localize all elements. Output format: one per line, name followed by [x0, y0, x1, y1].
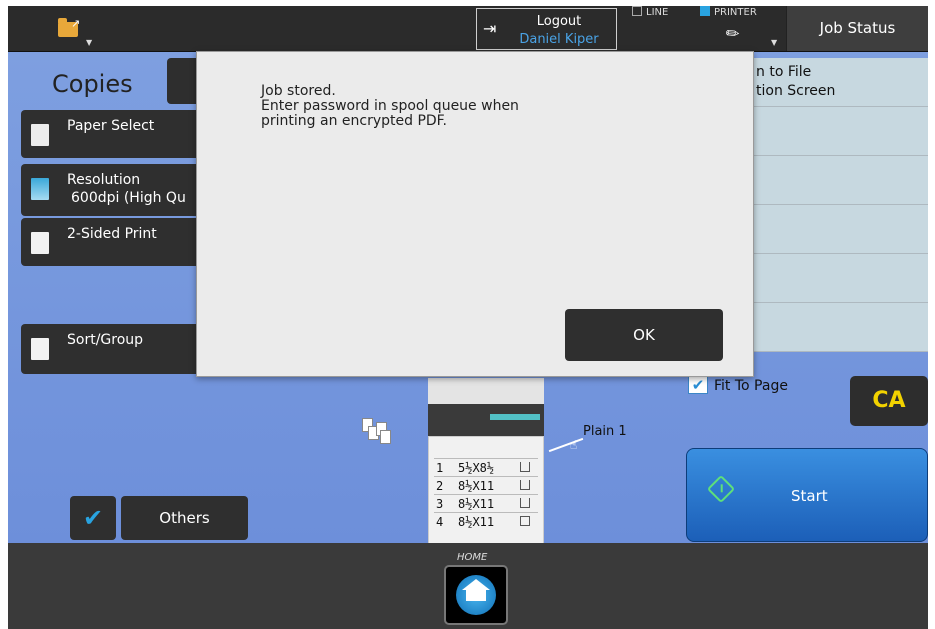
paper-icon	[31, 124, 49, 146]
chevron-down-icon: ▼	[86, 38, 93, 47]
fit-to-page-label: Fit To Page	[714, 378, 788, 394]
dialog-message-line: printing an encrypted PDF.	[261, 113, 447, 129]
sheets-icon	[360, 416, 394, 448]
right-options-list	[750, 58, 928, 352]
folder-menu-button[interactable]: ↗ ▼	[46, 14, 94, 48]
clear-all-button[interactable]: CA	[850, 376, 928, 426]
hand-icon: ☝	[570, 438, 578, 452]
list-item[interactable]	[750, 107, 928, 156]
sort-icon	[31, 338, 49, 360]
resolution-label: Resolution	[67, 172, 141, 188]
chevron-down-icon: ▼	[771, 38, 778, 47]
line-status-box	[632, 6, 642, 16]
dialog-message-line: Enter password in spool queue when	[261, 98, 519, 114]
top-bar: ↗ ▼ ⇥ Logout Daniel Kiper LINE PRINTER ✎…	[8, 6, 928, 52]
start-button[interactable]: Start	[686, 448, 928, 542]
fit-to-page-checkbox[interactable]: ✔	[688, 376, 708, 394]
logout-label: Logout	[536, 14, 582, 29]
list-item[interactable]	[750, 205, 928, 254]
home-button[interactable]	[444, 565, 508, 625]
dialog-message-line: Job stored.	[261, 83, 336, 99]
user-name: Daniel Kiper	[519, 32, 599, 47]
paper-source-label: Plain 1	[583, 424, 627, 439]
job-stored-dialog: Job stored. Enter password in spool queu…	[196, 51, 754, 377]
copies-title: Copies	[52, 70, 133, 98]
mode-line-label: LINE	[646, 7, 669, 18]
list-item[interactable]	[750, 303, 928, 352]
tray-row[interactable]: 1 5½X8½	[434, 458, 538, 476]
device-screen: ↗ ▼ ⇥ Logout Daniel Kiper LINE PRINTER ✎…	[8, 6, 928, 629]
resolution-value: 600dpi (High Qu	[71, 190, 186, 206]
checkmark-icon: ✔	[82, 504, 104, 532]
job-status-button[interactable]: Job Status	[786, 6, 928, 51]
printer-output-tray	[428, 404, 544, 436]
start-label: Start	[791, 487, 828, 505]
ok-button[interactable]: OK	[565, 309, 723, 361]
logout-button[interactable]: ⇥ Logout Daniel Kiper	[476, 8, 617, 50]
tray-row[interactable]: 2 8½X11	[434, 476, 538, 494]
sort-group-label: Sort/Group	[67, 332, 144, 348]
paper-select-label: Paper Select	[67, 118, 155, 134]
printer-status-box	[700, 6, 710, 16]
tray-row[interactable]: 3 8½X11	[434, 494, 538, 512]
resolution-icon	[31, 178, 49, 200]
right-panel-text: tion Screen	[756, 83, 836, 99]
printer-graphic: 1 5½X8½ 2 8½X11 3 8½X11 4 8½X11	[428, 374, 544, 544]
mode-line-indicator: LINE	[632, 6, 668, 18]
right-panel-text: n to File	[756, 64, 812, 80]
tray-icon	[520, 480, 530, 490]
start-icon	[706, 474, 736, 504]
home-body	[466, 589, 486, 601]
printer-scanner	[428, 378, 544, 404]
checkmark-button[interactable]: ✔	[70, 496, 116, 540]
two-sided-icon	[31, 232, 49, 254]
list-item[interactable]	[750, 156, 928, 205]
tray-icon	[520, 462, 530, 472]
tray-pointer-line	[548, 437, 584, 453]
bottom-bar: HOME	[8, 543, 928, 629]
mode-printer-indicator: PRINTER	[700, 6, 757, 18]
tray-icon	[520, 516, 530, 526]
printer-icon[interactable]: ✎	[721, 22, 743, 45]
list-item[interactable]	[750, 254, 928, 303]
logout-icon: ⇥	[483, 19, 497, 38]
tray-row[interactable]: 4 8½X11	[434, 512, 538, 530]
arrow-icon: ↗	[71, 17, 81, 30]
home-label: HOME	[457, 552, 488, 563]
two-sided-label: 2-Sided Print	[67, 226, 157, 242]
tray-icon	[520, 498, 530, 508]
others-button[interactable]: Others	[121, 496, 248, 540]
mode-printer-label: PRINTER	[714, 7, 757, 18]
